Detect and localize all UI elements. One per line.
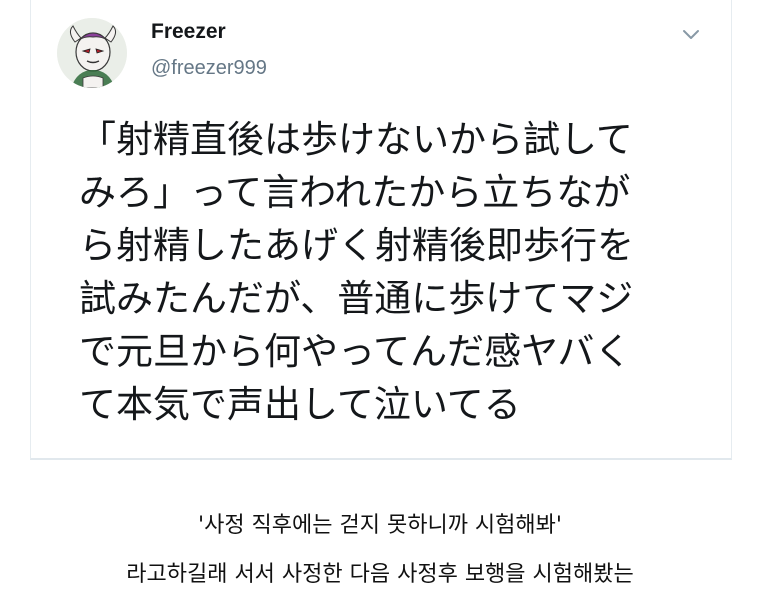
chevron-down-icon (683, 30, 699, 39)
translation-caption-line-1: '사정 직후에는 걷지 못하니까 시험해봐' (198, 513, 562, 538)
avatar-character-icon (57, 18, 127, 88)
avatar[interactable] (57, 18, 127, 88)
author-handle[interactable]: @freezer999 (151, 57, 267, 80)
translation-caption-line-2: 라고하길래 서서 사정한 다음 사정후 보행을 시험해봤는 (126, 562, 634, 587)
tweet-text: 「射精直後は歩けないから試して みろ」って言われたから立ちなが ら射精したあげく… (79, 113, 719, 431)
tweet-text-line: 試みたんだが、普通に歩けてマジ (79, 277, 634, 320)
author-name[interactable]: Freezer (151, 20, 226, 44)
tweet-text-line: で元旦から何やってんだ感ヤバく (79, 330, 632, 373)
tweet-text-line: みろ」って言われたから立ちなが (79, 171, 631, 214)
tweet-menu-button[interactable] (676, 20, 706, 50)
tweet-text-line: ら射精したあげく射精後即歩行を (79, 224, 634, 267)
screenshot-page: Freezer @freezer999 「射精直後は歩けないから試して みろ」っ… (0, 0, 760, 600)
tweet-text-line: 「射精直後は歩けないから試して (79, 118, 633, 161)
tweet-text-line: て本気で声出して泣いてる (79, 383, 521, 426)
tweet-card: Freezer @freezer999 「射精直後は歩けないから試して みろ」っ… (30, 0, 732, 460)
